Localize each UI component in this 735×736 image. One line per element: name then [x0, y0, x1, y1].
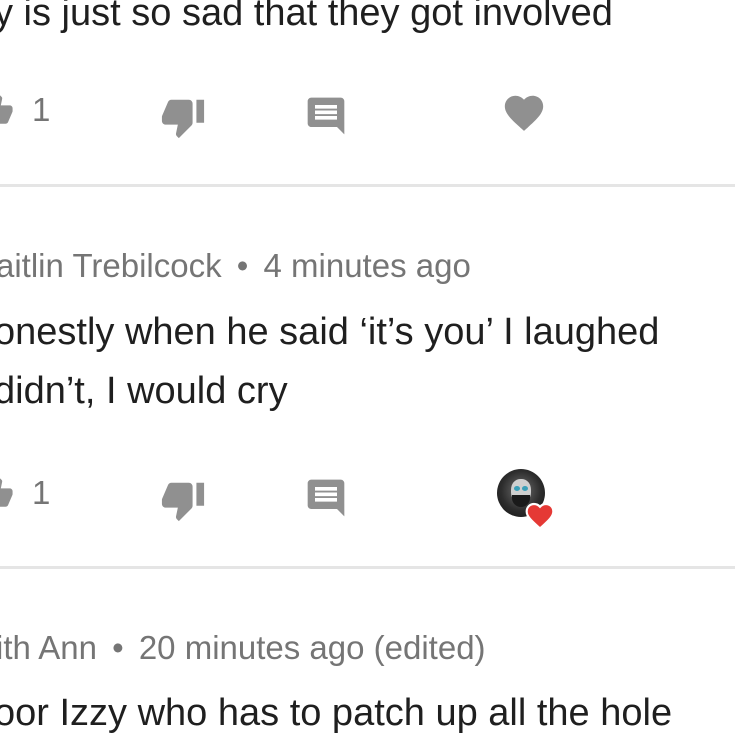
thumbs-down-icon [161, 99, 205, 139]
reply-comment-icon [307, 97, 345, 135]
avatar-eye [514, 486, 520, 491]
thumbs-up-icon [0, 478, 13, 507]
avatar-eye [522, 486, 528, 491]
comment-meta: ith Ann • 20 minutes ago (edited) [0, 629, 486, 667]
comment-text-line: didn’t, I would cry [0, 370, 288, 412]
dislike-button[interactable] [160, 477, 206, 523]
dislike-button[interactable] [160, 94, 206, 140]
like-button[interactable] [0, 94, 14, 128]
reply-comment-icon [307, 479, 345, 517]
comment-author[interactable]: aitlin Trebilcock [0, 247, 222, 284]
reply-button[interactable] [304, 476, 348, 520]
like-button[interactable] [0, 477, 14, 511]
heart-icon [524, 500, 556, 532]
comment-divider [0, 184, 735, 187]
comment-text-line: y is just so sad that they got involved [0, 0, 613, 34]
comment-text-line: onestly when he said ‘it’s you’ I laughe… [0, 311, 660, 353]
heart-button[interactable] [501, 90, 547, 136]
heart-icon [504, 95, 544, 131]
comment-timestamp: 4 minutes ago [263, 247, 471, 284]
thumbs-up-icon [0, 95, 13, 124]
comment-timestamp: 20 minutes ago (edited) [138, 629, 486, 666]
reply-button[interactable] [304, 94, 348, 138]
comment-divider [0, 566, 735, 569]
comment-meta: aitlin Trebilcock • 4 minutes ago [0, 247, 471, 285]
meta-separator: • [112, 629, 124, 666]
meta-separator: • [236, 247, 249, 284]
like-count: 1 [32, 474, 51, 511]
thumbs-down-icon [161, 482, 205, 522]
comment-text-line: oor Izzy who has to patch up all the hol… [0, 692, 673, 734]
comment-author[interactable]: ith Ann [0, 629, 97, 666]
like-count: 1 [32, 91, 51, 128]
